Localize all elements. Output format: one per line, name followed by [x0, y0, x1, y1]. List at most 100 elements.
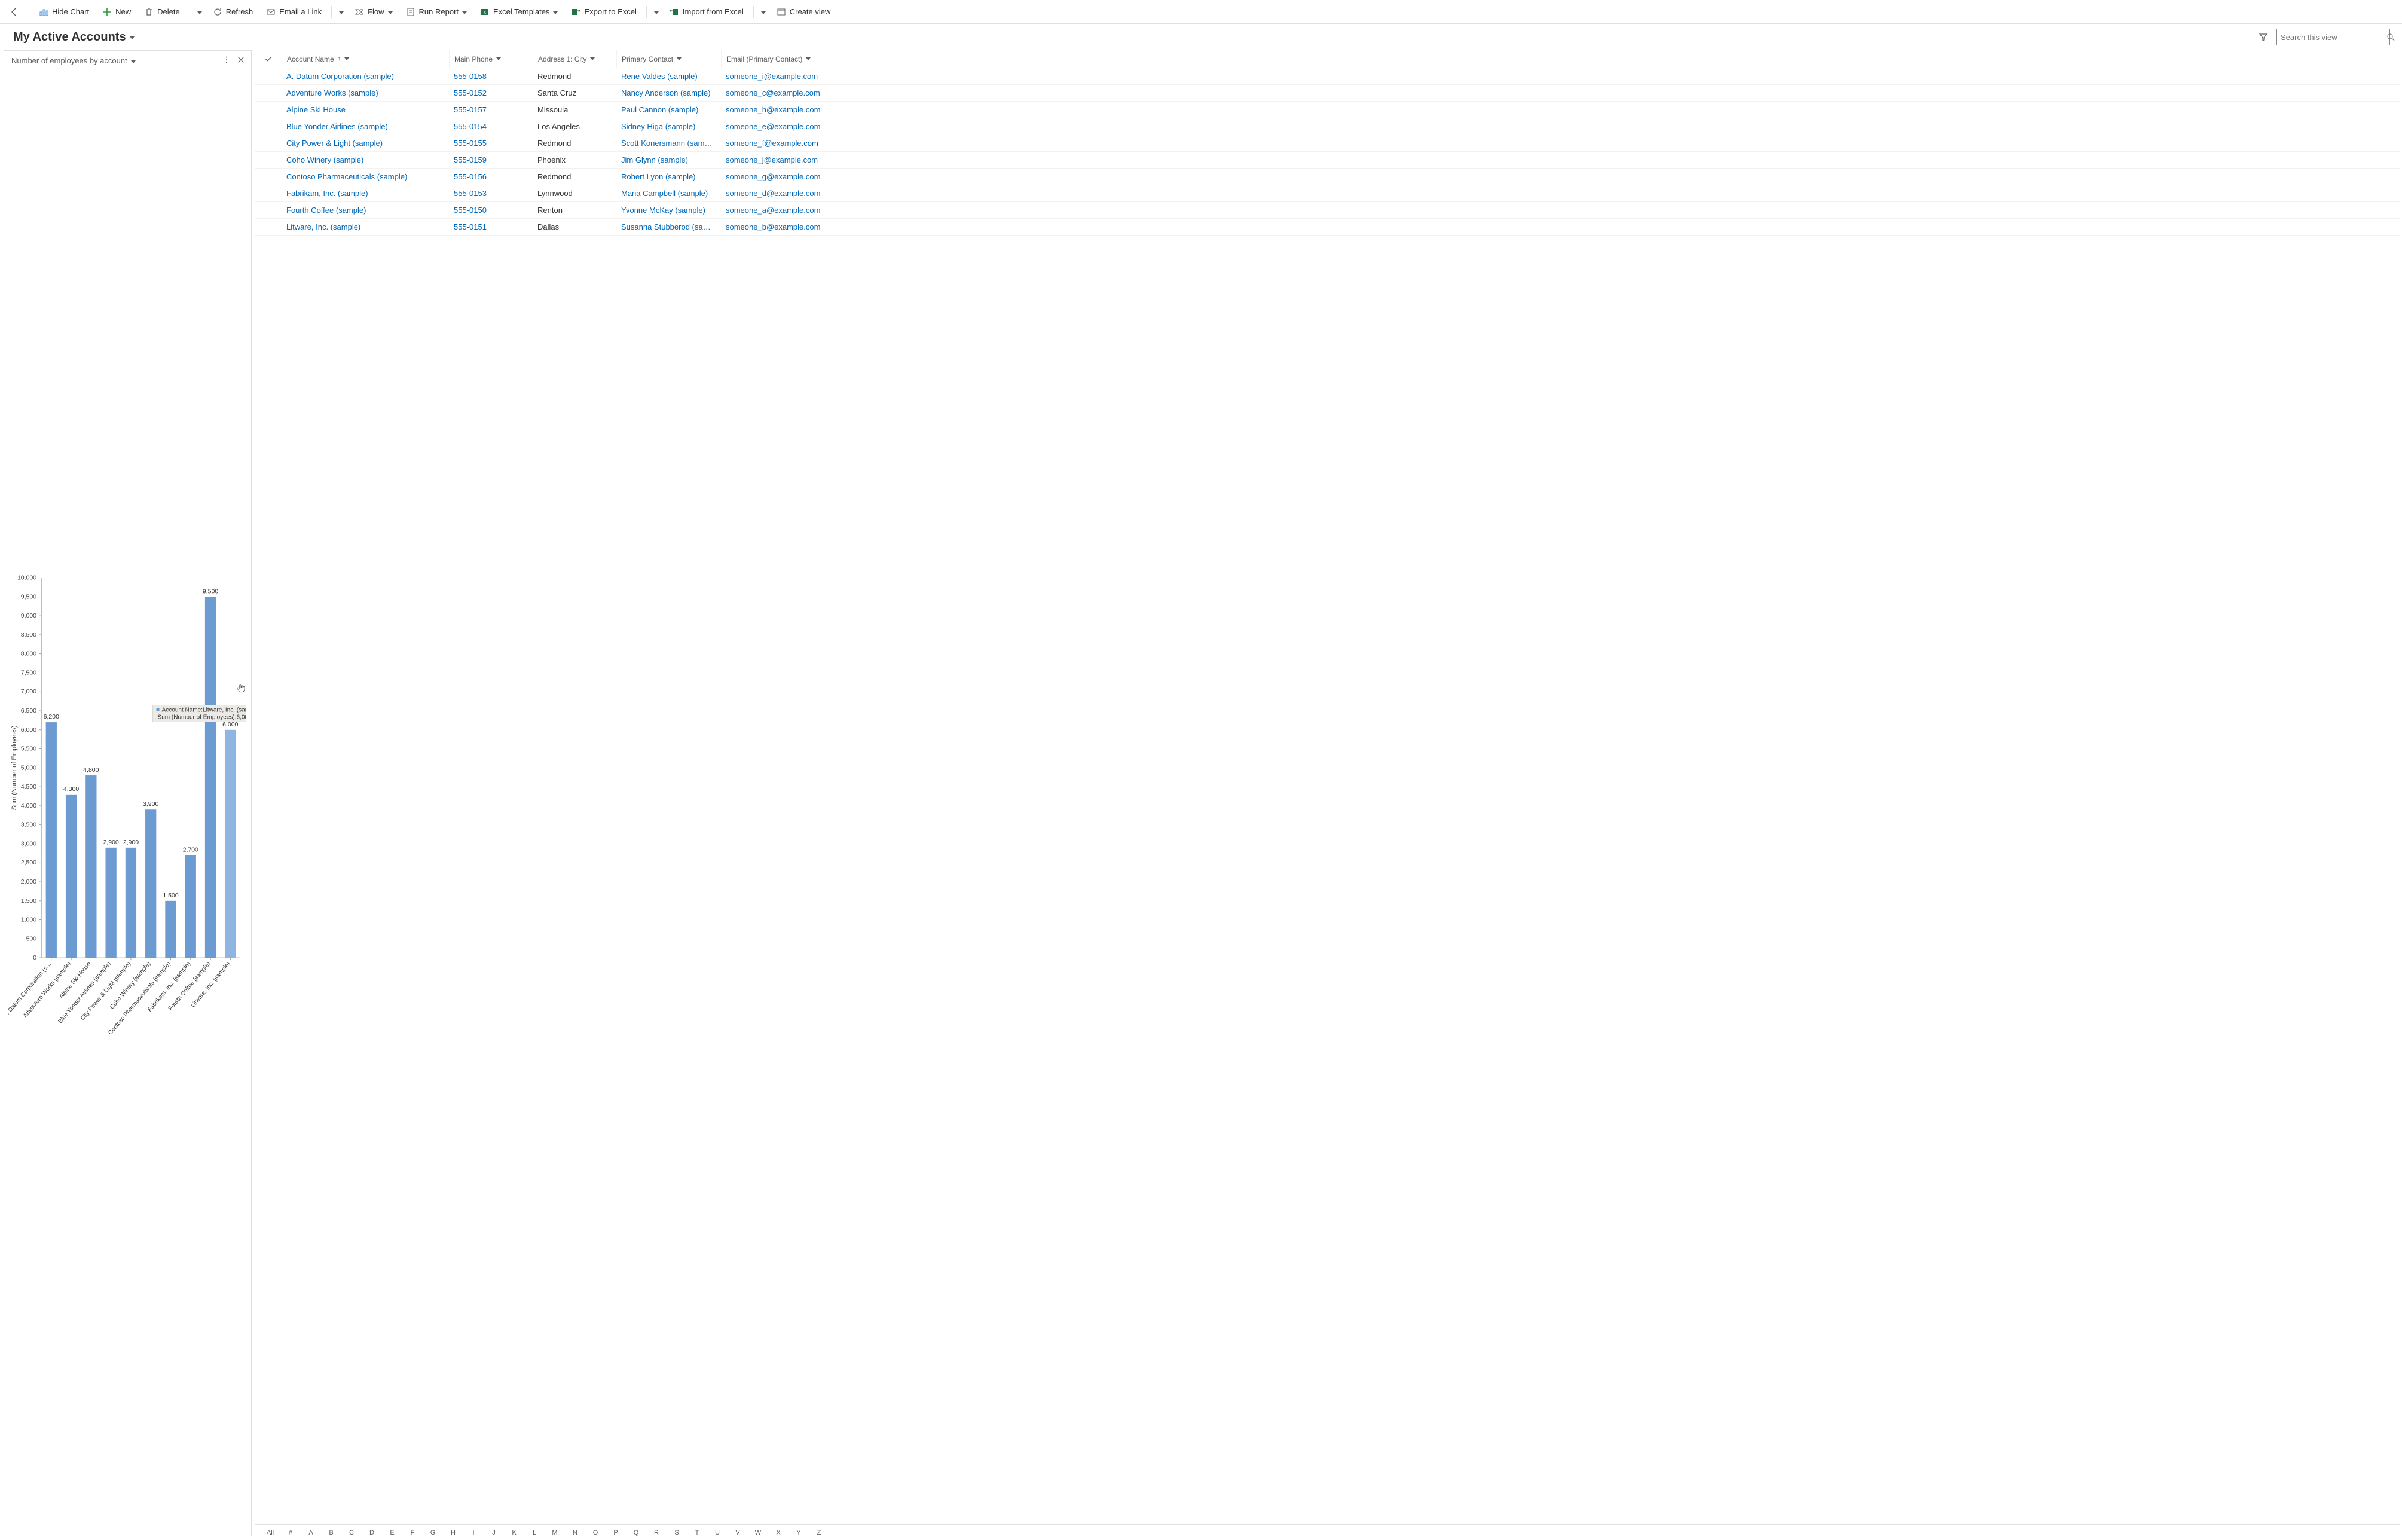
- contact-cell[interactable]: Nancy Anderson (sample): [616, 88, 721, 97]
- alpha-filter[interactable]: T: [687, 1529, 707, 1536]
- alpha-filter[interactable]: A: [301, 1529, 321, 1536]
- contact-cell[interactable]: Rene Valdes (sample): [616, 72, 721, 81]
- alpha-filter[interactable]: H: [443, 1529, 463, 1536]
- phone-cell[interactable]: 555-0156: [449, 172, 533, 181]
- email-cell[interactable]: someone_c@example.com: [721, 88, 2400, 97]
- chart-bar[interactable]: [85, 775, 96, 958]
- account-name-cell[interactable]: A. Datum Corporation (sample): [282, 72, 449, 81]
- alpha-filter[interactable]: K: [504, 1529, 524, 1536]
- alpha-filter[interactable]: Q: [626, 1529, 646, 1536]
- alpha-filter[interactable]: P: [606, 1529, 626, 1536]
- alpha-filter[interactable]: E: [382, 1529, 402, 1536]
- chart-title-button[interactable]: Number of employees by account: [11, 56, 136, 65]
- email-cell[interactable]: someone_e@example.com: [721, 122, 2400, 131]
- column-header-account-name[interactable]: Account Name ↑: [282, 50, 449, 68]
- export-excel-dropdown[interactable]: [650, 4, 662, 20]
- contact-cell[interactable]: Scott Konersmann (sample): [616, 139, 721, 148]
- email-link-button[interactable]: Email a Link: [260, 5, 328, 19]
- account-name-cell[interactable]: Fabrikam, Inc. (sample): [282, 189, 449, 198]
- alpha-filter[interactable]: G: [423, 1529, 443, 1536]
- account-name-cell[interactable]: City Power & Light (sample): [282, 139, 449, 148]
- chart-bar[interactable]: [105, 848, 116, 958]
- account-name-cell[interactable]: Alpine Ski House: [282, 105, 449, 114]
- import-excel-button[interactable]: Import from Excel: [664, 5, 750, 19]
- table-row[interactable]: Coho Winery (sample)555-0159PhoenixJim G…: [255, 152, 2400, 169]
- phone-cell[interactable]: 555-0154: [449, 122, 533, 131]
- import-excel-dropdown[interactable]: [757, 4, 769, 20]
- phone-cell[interactable]: 555-0153: [449, 189, 533, 198]
- email-cell[interactable]: someone_f@example.com: [721, 139, 2400, 148]
- table-row[interactable]: Blue Yonder Airlines (sample)555-0154Los…: [255, 118, 2400, 135]
- email-cell[interactable]: someone_i@example.com: [721, 72, 2400, 81]
- search-box[interactable]: [2276, 29, 2390, 45]
- chart-bar[interactable]: [165, 901, 176, 958]
- phone-cell[interactable]: 555-0152: [449, 88, 533, 97]
- alpha-filter[interactable]: N: [565, 1529, 585, 1536]
- contact-cell[interactable]: Sidney Higa (sample): [616, 122, 721, 131]
- phone-cell[interactable]: 555-0150: [449, 206, 533, 215]
- table-row[interactable]: Alpine Ski House555-0157MissoulaPaul Can…: [255, 102, 2400, 118]
- table-row[interactable]: Litware, Inc. (sample)555-0151DallasSusa…: [255, 219, 2400, 236]
- account-name-cell[interactable]: Contoso Pharmaceuticals (sample): [282, 172, 449, 181]
- alpha-filter[interactable]: W: [748, 1529, 768, 1536]
- create-view-button[interactable]: Create view: [771, 5, 837, 19]
- email-cell[interactable]: someone_j@example.com: [721, 155, 2400, 164]
- email-cell[interactable]: someone_g@example.com: [721, 172, 2400, 181]
- chart-bar[interactable]: [225, 730, 236, 958]
- alpha-filter[interactable]: C: [341, 1529, 362, 1536]
- select-all-header[interactable]: [255, 50, 282, 68]
- contact-cell[interactable]: Jim Glynn (sample): [616, 155, 721, 164]
- alpha-filter[interactable]: F: [402, 1529, 423, 1536]
- account-name-cell[interactable]: Fourth Coffee (sample): [282, 206, 449, 215]
- column-header-email[interactable]: Email (Primary Contact): [721, 50, 2400, 68]
- table-row[interactable]: Contoso Pharmaceuticals (sample)555-0156…: [255, 169, 2400, 185]
- phone-cell[interactable]: 555-0159: [449, 155, 533, 164]
- chart-close-button[interactable]: [237, 56, 245, 66]
- run-report-button[interactable]: Run Report: [400, 5, 473, 19]
- contact-cell[interactable]: Maria Campbell (sample): [616, 189, 721, 198]
- refresh-button[interactable]: Refresh: [207, 5, 259, 19]
- chart-area[interactable]: 05001,0001,5002,0002,5003,0003,5004,0004…: [8, 77, 246, 1533]
- delete-button[interactable]: Delete: [138, 5, 186, 19]
- column-header-main-phone[interactable]: Main Phone: [449, 50, 533, 68]
- table-row[interactable]: Adventure Works (sample)555-0152Santa Cr…: [255, 85, 2400, 102]
- contact-cell[interactable]: Susanna Stubberod (sample): [616, 222, 721, 231]
- column-header-primary-contact[interactable]: Primary Contact: [616, 50, 721, 68]
- alpha-filter[interactable]: I: [463, 1529, 484, 1536]
- alpha-filter[interactable]: B: [321, 1529, 341, 1536]
- alpha-filter[interactable]: S: [667, 1529, 687, 1536]
- email-cell[interactable]: someone_d@example.com: [721, 189, 2400, 198]
- table-row[interactable]: Fourth Coffee (sample)555-0150RentonYvon…: [255, 202, 2400, 219]
- contact-cell[interactable]: Robert Lyon (sample): [616, 172, 721, 181]
- phone-cell[interactable]: 555-0155: [449, 139, 533, 148]
- account-name-cell[interactable]: Coho Winery (sample): [282, 155, 449, 164]
- chart-bar[interactable]: [185, 855, 196, 958]
- chart-bar[interactable]: [126, 848, 136, 958]
- table-row[interactable]: City Power & Light (sample)555-0155Redmo…: [255, 135, 2400, 152]
- chart-bar[interactable]: [66, 795, 77, 958]
- phone-cell[interactable]: 555-0151: [449, 222, 533, 231]
- alpha-filter[interactable]: L: [524, 1529, 545, 1536]
- chart-bar[interactable]: [145, 809, 156, 958]
- phone-cell[interactable]: 555-0157: [449, 105, 533, 114]
- alpha-filter[interactable]: X: [768, 1529, 789, 1536]
- contact-cell[interactable]: Paul Cannon (sample): [616, 105, 721, 114]
- hide-chart-button[interactable]: Hide Chart: [33, 5, 95, 19]
- alpha-filter[interactable]: All: [260, 1529, 280, 1536]
- alpha-filter[interactable]: #: [280, 1529, 301, 1536]
- flow-button[interactable]: Flow: [349, 5, 398, 19]
- contact-cell[interactable]: Yvonne McKay (sample): [616, 206, 721, 215]
- phone-cell[interactable]: 555-0158: [449, 72, 533, 81]
- new-button[interactable]: New: [96, 5, 137, 19]
- account-name-cell[interactable]: Litware, Inc. (sample): [282, 222, 449, 231]
- search-input[interactable]: [2281, 33, 2386, 42]
- alpha-filter[interactable]: Z: [809, 1529, 829, 1536]
- back-button[interactable]: [4, 5, 25, 19]
- alpha-filter[interactable]: U: [707, 1529, 728, 1536]
- column-header-city[interactable]: Address 1: City: [533, 50, 616, 68]
- view-title[interactable]: My Active Accounts: [13, 30, 135, 44]
- email-cell[interactable]: someone_a@example.com: [721, 206, 2400, 215]
- alpha-filter[interactable]: V: [728, 1529, 748, 1536]
- account-name-cell[interactable]: Blue Yonder Airlines (sample): [282, 122, 449, 131]
- email-link-dropdown[interactable]: [335, 4, 347, 20]
